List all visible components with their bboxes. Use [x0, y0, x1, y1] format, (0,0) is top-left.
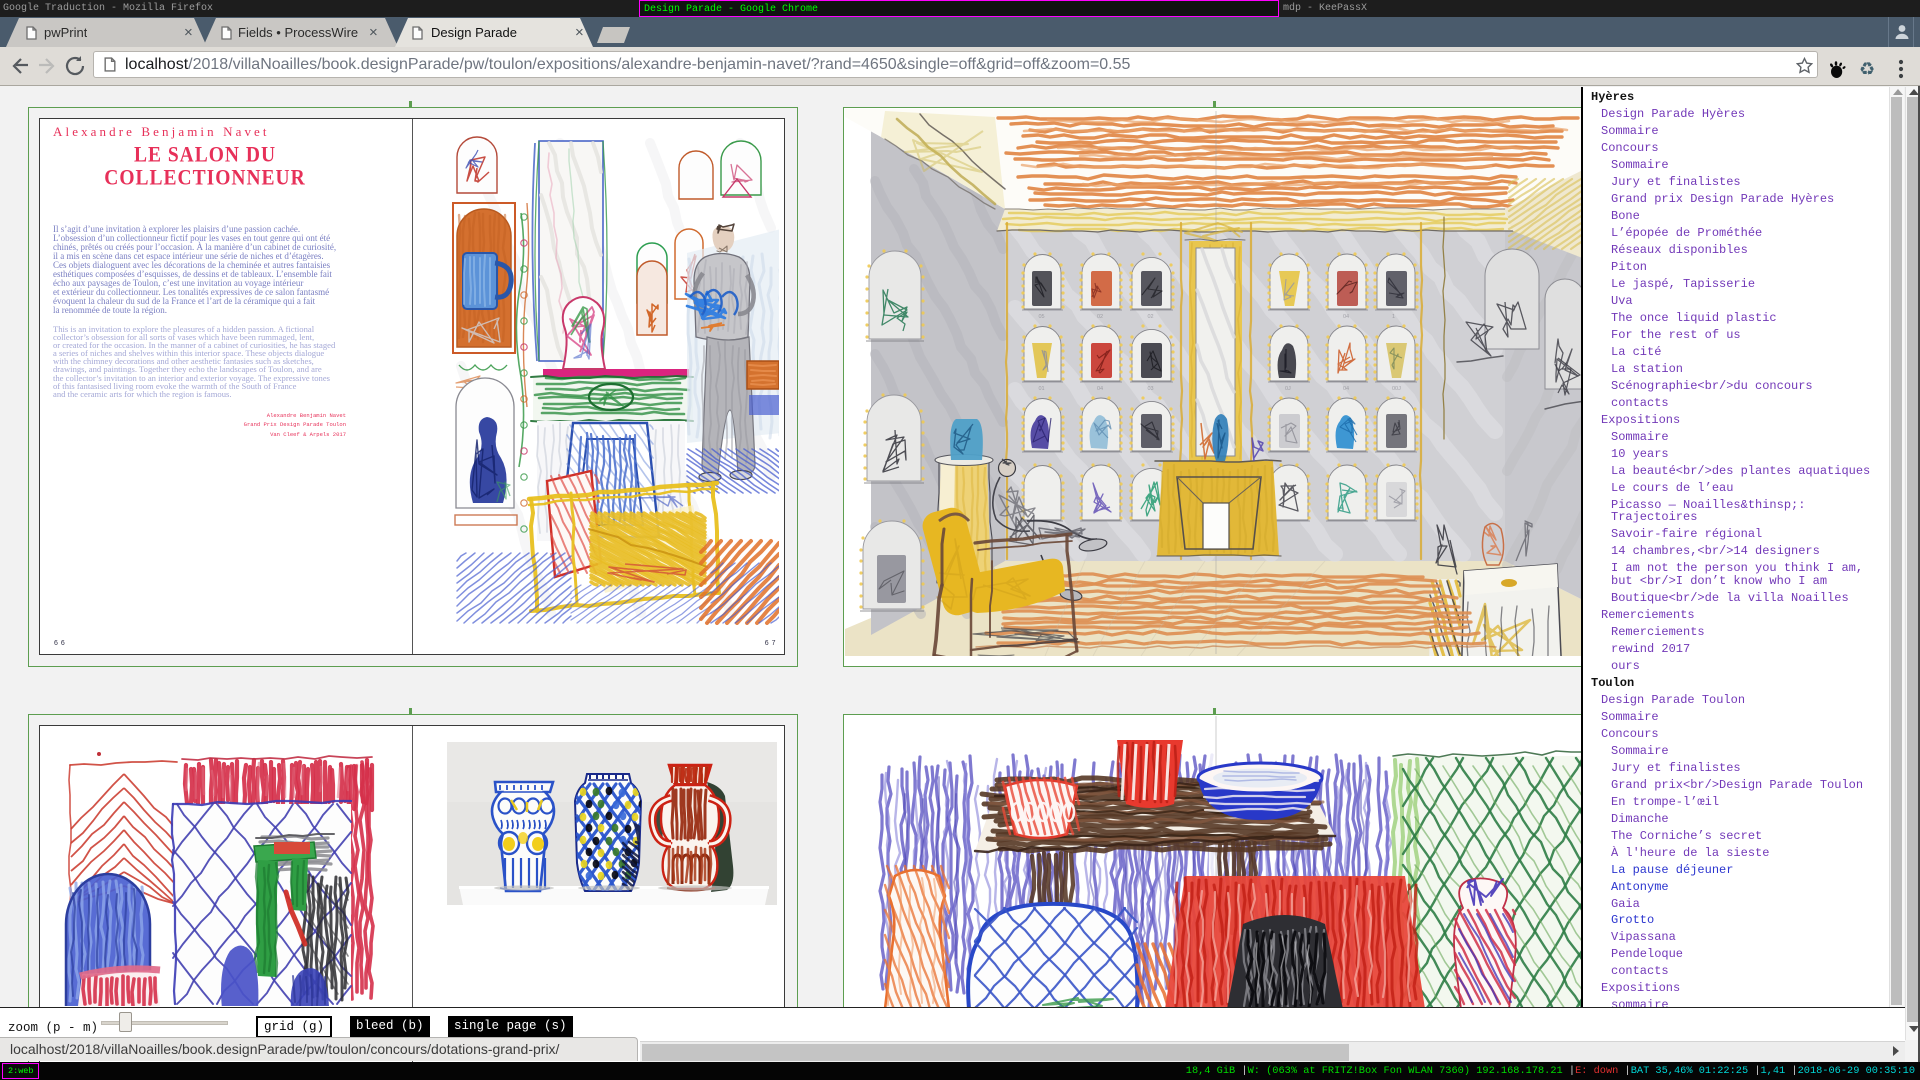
svg-text:0J: 0J — [1285, 386, 1291, 392]
svg-text:00J: 00J — [1392, 386, 1401, 392]
svg-text:04: 04 — [1097, 386, 1103, 392]
svg-text:04: 04 — [1343, 314, 1349, 320]
svg-text:02: 02 — [1148, 314, 1154, 320]
svg-text:01: 01 — [1039, 386, 1045, 392]
svg-text:04: 04 — [1343, 386, 1349, 392]
svg-text:1: 1 — [1392, 314, 1395, 320]
svg-text:03: 03 — [1148, 386, 1154, 392]
svg-text:02: 02 — [1097, 314, 1103, 320]
svg-text:05: 05 — [1039, 314, 1045, 320]
